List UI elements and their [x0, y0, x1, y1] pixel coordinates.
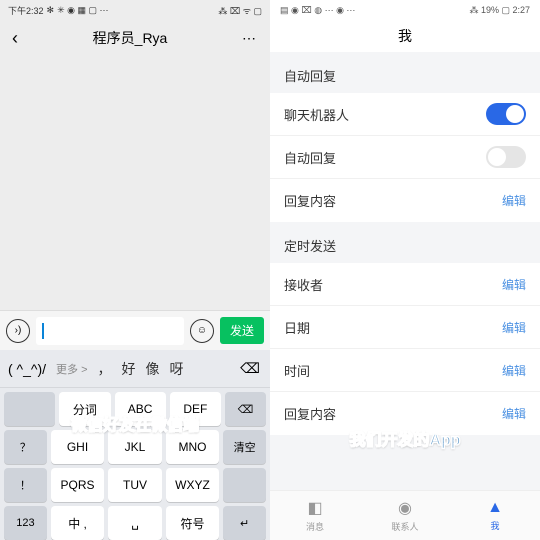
scheduled-send-card: 接收者 编辑 日期 编辑 时间 编辑 回复内容 编辑 — [270, 263, 540, 435]
chat-input-bar: ›) ☺ 发送 — [0, 310, 270, 350]
caption-overlay: 我们开发的App — [349, 426, 460, 450]
more-button[interactable]: ⋯ — [242, 30, 258, 47]
row-recipient: 接收者 编辑 — [270, 263, 540, 306]
keyboard-suggestions: ( ^_^)/ 更多 > ， 好 像 呀 ⌫ — [0, 350, 270, 388]
key-123[interactable]: 123 — [4, 506, 47, 540]
row-label: 回复内容 — [284, 191, 336, 210]
section-header: 定时发送 — [270, 222, 540, 263]
section-header: 自动回复 — [270, 52, 540, 93]
row-label: 接收者 — [284, 275, 323, 294]
status-alarm-icon: ✻ — [47, 5, 55, 16]
row-chatbot: 聊天机器人 — [270, 93, 540, 136]
autoreply-toggle[interactable] — [486, 146, 526, 168]
key-side[interactable]: ⌫ — [225, 392, 266, 426]
tab-contacts[interactable]: ◉ 联系人 — [360, 491, 450, 540]
edit-link[interactable]: 编辑 — [502, 405, 526, 422]
voice-icon[interactable]: ›) — [6, 319, 30, 343]
tab-label: 消息 — [306, 520, 324, 533]
sug-word[interactable]: 呀 — [170, 359, 184, 379]
sug-more[interactable]: 更多 > — [56, 361, 87, 377]
back-button[interactable]: ‹ — [12, 28, 18, 49]
key-ghi[interactable]: GHI — [51, 430, 104, 464]
edit-link[interactable]: 编辑 — [502, 192, 526, 209]
left-phone-wechat: 下午2:32✻✳ ◉ ▦ ▢ ⋯ ⁂ ⌧ ᯤ ▢ ‹ 程序员_Rya ⋯ ›) … — [0, 0, 270, 540]
sug-word[interactable]: ， — [98, 359, 112, 379]
status-right: ⁂ 19% ▢ 2:27 — [469, 5, 530, 16]
sug-face[interactable]: ( ^_^)/ — [8, 361, 46, 377]
sug-word[interactable]: 像 — [146, 359, 160, 379]
row-label: 时间 — [284, 361, 310, 380]
row-label: 回复内容 — [284, 404, 336, 423]
row-label: 聊天机器人 — [284, 105, 349, 124]
key-lang[interactable]: 中 , — [51, 506, 104, 540]
key-wxyz[interactable]: WXYZ — [166, 468, 219, 502]
key-mno[interactable]: MNO — [166, 430, 219, 464]
edit-link[interactable]: 编辑 — [502, 362, 526, 379]
contacts-icon: ◉ — [398, 498, 412, 518]
messages-icon: ◧ — [307, 498, 322, 518]
row-label: 日期 — [284, 318, 310, 337]
chatbot-toggle[interactable] — [486, 103, 526, 125]
tab-label: 联系人 — [391, 520, 418, 533]
caption-overlay: 微信好友在微信端 — [71, 411, 199, 435]
edit-link[interactable]: 编辑 — [502, 319, 526, 336]
key-jkl[interactable]: JKL — [108, 430, 161, 464]
row-date: 日期 编辑 — [270, 306, 540, 349]
row-autoreply: 自动回复 — [270, 136, 540, 179]
me-icon: ▲ — [487, 499, 503, 517]
auto-reply-card: 聊天机器人 自动回复 回复内容 编辑 — [270, 93, 540, 222]
send-button[interactable]: 发送 — [220, 317, 264, 344]
status-left-icons: ▤ ◉ ⌧ ◍ ⋯ ◉ ⋯ — [280, 5, 355, 16]
key-symbol[interactable]: 符号 — [166, 506, 219, 540]
chat-topbar: ‹ 程序员_Rya ⋯ — [0, 20, 270, 56]
right-phone-app: ▤ ◉ ⌧ ◍ ⋯ ◉ ⋯ ⁂ 19% ▢ 2:27 我 自动回复 聊天机器人 … — [270, 0, 540, 540]
message-input[interactable] — [36, 317, 184, 345]
chat-messages-area[interactable] — [0, 56, 270, 310]
status-bar: 下午2:32✻✳ ◉ ▦ ▢ ⋯ ⁂ ⌧ ᯤ ▢ — [0, 0, 270, 20]
row-label: 自动回复 — [284, 148, 336, 167]
key-side[interactable] — [223, 468, 266, 502]
status-time: 下午2:32 — [8, 4, 44, 17]
bottom-tab-bar: ◧ 消息 ◉ 联系人 ▲ 我 — [270, 490, 540, 540]
chat-title: 程序员_Rya — [93, 28, 168, 48]
key-question[interactable]: ？ — [4, 430, 47, 464]
status-right-icons: ⁂ ⌧ ᯤ ▢ — [218, 4, 262, 17]
sug-word[interactable]: 好 — [122, 359, 136, 379]
page-title: 我 — [270, 20, 540, 52]
key-exclaim[interactable]: ！ — [4, 468, 47, 502]
key-pqrs[interactable]: PQRS — [51, 468, 104, 502]
tab-me[interactable]: ▲ 我 — [450, 491, 540, 540]
tab-messages[interactable]: ◧ 消息 — [270, 491, 360, 540]
key-tuv[interactable]: TUV — [108, 468, 161, 502]
key-enter[interactable]: ↵ — [223, 506, 266, 540]
key-empty[interactable] — [4, 392, 55, 426]
emoji-icon[interactable]: ☺ — [190, 319, 214, 343]
key-clear[interactable]: 清空 — [223, 430, 266, 464]
row-reply-content: 回复内容 编辑 — [270, 179, 540, 222]
key-space[interactable]: ␣ — [108, 506, 161, 540]
backspace-icon[interactable]: ⌫ — [238, 360, 262, 378]
status-app-icons: ✳ ◉ ▦ ▢ ⋯ — [57, 5, 108, 16]
row-time: 时间 编辑 — [270, 349, 540, 392]
status-bar: ▤ ◉ ⌧ ◍ ⋯ ◉ ⋯ ⁂ 19% ▢ 2:27 — [270, 0, 540, 20]
edit-link[interactable]: 编辑 — [502, 276, 526, 293]
tab-label: 我 — [490, 519, 499, 532]
